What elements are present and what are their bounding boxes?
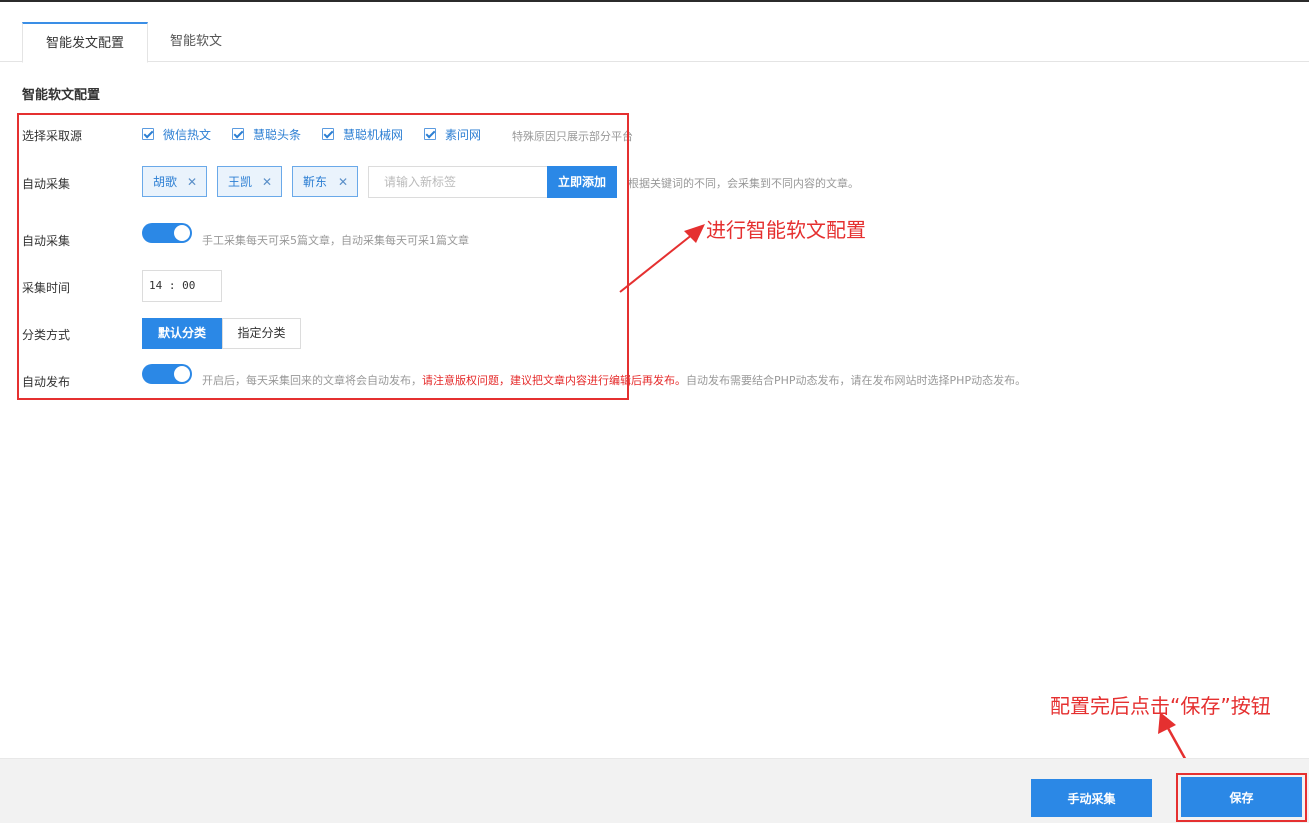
arrow-line-config: [619, 233, 694, 293]
tab-smart-post-config[interactable]: 智能发文配置: [22, 22, 148, 63]
config-highlight-box: [17, 113, 629, 400]
tag-hint: 根据关键词的不同，会采集到不同内容的文章。: [628, 177, 859, 190]
config-annotation: 进行智能软文配置: [706, 218, 866, 242]
save-annotation: 配置完后点击“保存”按钮: [1050, 694, 1271, 718]
publish-hint-text-2: 自动发布需要结合PHP动态发布，请在发布网站时选择PHP动态发布。: [686, 374, 1027, 387]
tab-smart-article[interactable]: 智能软文: [148, 22, 244, 63]
section-title: 智能软文配置: [22, 88, 101, 103]
save-button[interactable]: 保存: [1181, 777, 1302, 817]
manual-collect-button[interactable]: 手动采集: [1031, 779, 1152, 817]
arrowhead-config-icon: [684, 224, 705, 243]
tab-bar: 智能发文配置 智能软文: [0, 2, 1309, 63]
